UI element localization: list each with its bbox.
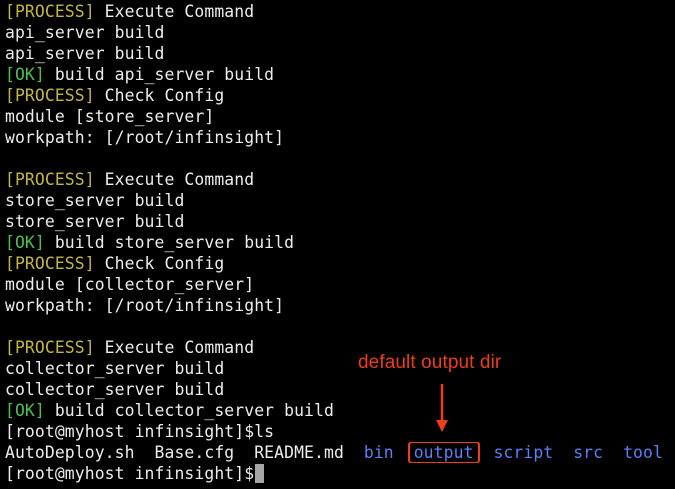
output-line: [PROCESS] Execute Command [5,1,675,22]
ls-output-line: AutoDeploy.sh Base.cfg README.md bin out… [5,442,675,463]
command-line: [root@myhost infinsight]$ls [5,421,675,442]
output-line: module [store_server] [5,107,215,126]
ls-dir-script: script [493,443,554,462]
output-line: collector_server build [5,359,225,378]
ls-file: Base.cfg [154,443,235,462]
ls-dir-output-highlighted: output [407,442,480,463]
ls-file: AutoDeploy.sh [5,443,135,462]
line-text: Execute Command [94,170,255,189]
process-tag: [PROCESS] [5,86,95,105]
text-cursor [255,464,265,483]
command-text: ls [254,422,275,441]
process-tag: [PROCESS] [5,170,95,189]
ok-tag: [OK] [5,233,45,252]
output-line: module [collector_server] [5,275,255,294]
ls-dir-tool: tool [623,443,663,462]
output-line: [PROCESS] Check Config [5,253,675,274]
process-tag: [PROCESS] [5,2,95,21]
output-line: [OK] build collector_server build [5,400,675,421]
output-line: api_server build [5,23,165,42]
output-line: [PROCESS] Check Config [5,85,675,106]
ok-tag: [OK] [5,401,45,420]
ls-dir-bin: bin [363,443,394,462]
output-line: api_server build [5,44,165,63]
ls-dir-src: src [573,443,604,462]
output-line: workpath: [/root/infinsight] [5,128,285,147]
line-text: build collector_server build [44,401,334,420]
line-text: Check Config [94,86,225,105]
output-line: store_server build [5,212,185,231]
shell-prompt: [root@myhost infinsight]$ [5,422,255,441]
output-line: collector_server build [5,380,225,399]
terminal-window[interactable]: [PROCESS] Execute Command api_server bui… [0,0,675,489]
process-tag: [PROCESS] [5,254,95,273]
shell-prompt: [root@myhost infinsight]$ [5,464,255,483]
line-text: Check Config [94,254,225,273]
line-text: build store_server build [44,233,295,252]
output-line: [PROCESS] Execute Command [5,169,675,190]
line-text: Execute Command [94,338,255,357]
output-line: [OK] build store_server build [5,232,675,253]
line-text: Execute Command [94,2,255,21]
output-line: store_server build [5,191,185,210]
output-line: [PROCESS] Execute Command [5,337,675,358]
ok-tag: [OK] [5,65,45,84]
output-line: workpath: [/root/infinsight] [5,296,285,315]
output-line: [OK] build api_server build [5,64,675,85]
annotation-label: default output dir [358,352,502,373]
arrow-down-icon [436,384,448,432]
ls-file: README.md [254,443,344,462]
current-prompt-line[interactable]: [root@myhost infinsight]$ [5,463,675,484]
process-tag: [PROCESS] [5,338,95,357]
line-text: build api_server build [44,65,275,84]
